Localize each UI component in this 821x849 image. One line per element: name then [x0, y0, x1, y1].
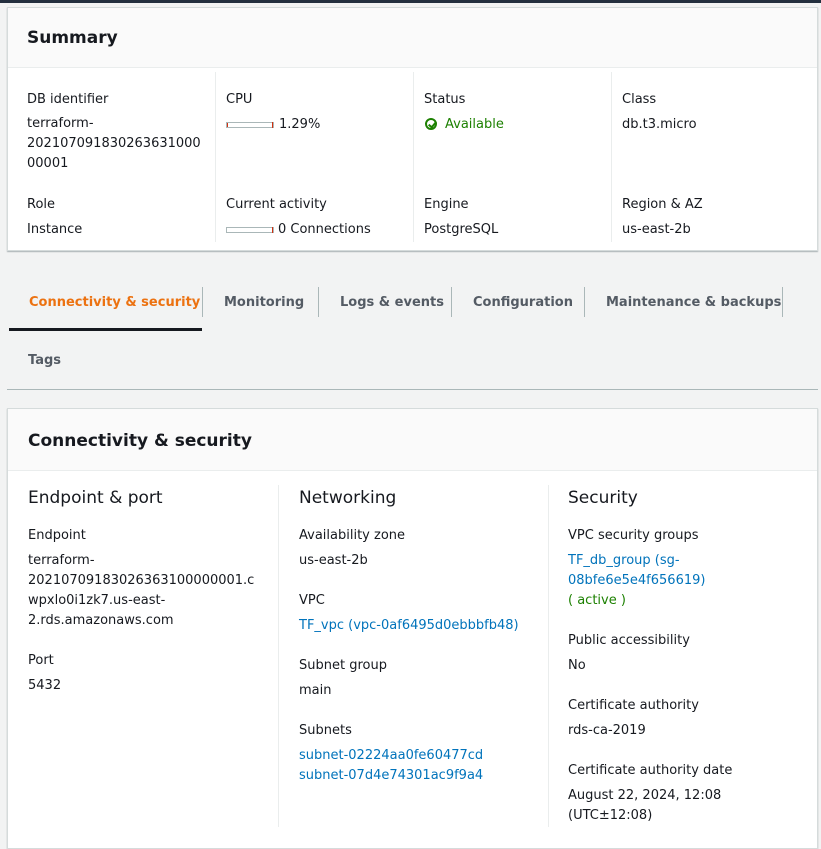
ca-date-value: August 22, 2024, 12:08 (UTC±12:08) [568, 786, 721, 826]
activity-meter [226, 227, 274, 233]
security-groups-label: VPC security groups [568, 528, 699, 543]
tab-maintenance-backups[interactable]: Maintenance & backups [606, 295, 781, 310]
ca-value: rds-ca-2019 [568, 723, 646, 738]
connectivity-header: Connectivity & security [8, 409, 817, 471]
endpoint-line: wpxlo0i1zk7.us-east- [28, 593, 166, 608]
tab-logs-events[interactable]: Logs & events [340, 295, 444, 310]
az-label: Availability zone [299, 528, 406, 543]
subnets-label: Subnets [299, 723, 352, 738]
class-label: Class [622, 92, 657, 107]
vpc-label: VPC [299, 593, 325, 608]
tab-tags[interactable]: Tags [28, 353, 61, 368]
tab-bar-bottom-border [7, 389, 818, 390]
db-identifier-value: terraform- 202107091830263631000 00001 [27, 114, 201, 174]
endpoint-value: terraform- 20210709183026363100000001.c … [28, 551, 254, 631]
role-label: Role [27, 197, 56, 212]
db-identifier-line: 00001 [27, 156, 69, 171]
top-bar [0, 0, 821, 3]
security-group-line[interactable]: 08bfe6e5e4f656619) [568, 571, 705, 591]
engine-value: PostgreSQL [424, 222, 499, 237]
cpu-value: 1.29% [279, 117, 321, 132]
status-value: Available [445, 117, 504, 132]
subnet-link[interactable]: subnet-02224aa0fe60477cd [299, 748, 483, 763]
vpc-link[interactable]: TF_vpc (vpc-0af6495d0ebbbfb48) [299, 618, 519, 633]
current-activity-value: 0 Connections [278, 222, 371, 237]
tab-divider [318, 287, 319, 317]
summary-col-class: Class db.t3.micro Region & AZ us-east-2b [611, 72, 817, 242]
endpoint-line: terraform- [28, 553, 95, 568]
region-label: Region & AZ [622, 197, 703, 212]
role-value: Instance [27, 222, 83, 237]
tab-configuration[interactable]: Configuration [473, 295, 573, 310]
summary-panel: Summary DB identifier terraform- 2021070… [7, 7, 818, 251]
column-divider [278, 485, 279, 827]
status-label: Status [424, 92, 466, 107]
ca-date-line: August 22, 2024, 12:08 [568, 788, 722, 803]
db-identifier-line: 202107091830263631000 [27, 136, 201, 151]
class-value: db.t3.micro [622, 117, 697, 132]
port-value: 5432 [28, 678, 62, 693]
engine-label: Engine [424, 197, 469, 212]
security-group-link[interactable]: TF_db_group (sg- 08bfe6e5e4f656619) [568, 551, 705, 591]
tab-monitoring[interactable]: Monitoring [224, 295, 304, 310]
networking-title: Networking [299, 488, 397, 508]
summary-col-cpu: CPU 1.29% Current activity 0 Connections [215, 72, 413, 242]
column-divider [548, 485, 549, 827]
ca-label: Certificate authority [568, 698, 699, 713]
tab-divider [451, 287, 452, 317]
db-identifier-line: terraform- [27, 116, 94, 131]
endpoint-line: 20210709183026363100000001.c [28, 573, 255, 588]
connectivity-title: Connectivity & security [28, 431, 252, 451]
summary-col-status: Status Available Engine PostgreSQL [413, 72, 611, 242]
current-activity-label: Current activity [226, 197, 327, 212]
ca-date-line: (UTC±12:08) [568, 808, 653, 823]
az-value: us-east-2b [299, 553, 368, 568]
tab-divider [584, 287, 585, 317]
tab-connectivity-security[interactable]: Connectivity & security [29, 295, 200, 310]
subnet-link[interactable]: subnet-07d4e74301ac9f9a4 [299, 768, 483, 783]
summary-header: Summary [8, 8, 817, 68]
subnet-group-value: main [299, 683, 332, 698]
check-circle-icon [425, 118, 437, 130]
cpu-meter-fill [227, 123, 228, 127]
endpoint-label: Endpoint [28, 528, 86, 543]
activity-meter-marker [272, 227, 273, 233]
endpoint-port-title: Endpoint & port [28, 488, 163, 508]
active-tab-indicator [9, 328, 202, 331]
cpu-meter [226, 122, 274, 128]
cpu-meter-marker [272, 122, 273, 128]
security-group-line[interactable]: TF_db_group (sg- [568, 551, 705, 571]
region-value: us-east-2b [622, 222, 691, 237]
subnet-group-label: Subnet group [299, 658, 387, 673]
public-accessibility-label: Public accessibility [568, 633, 690, 648]
connectivity-panel: Connectivity & security Endpoint & port … [7, 408, 818, 849]
summary-col-identifier: DB identifier terraform- 202107091830263… [8, 72, 215, 242]
endpoint-line: 2.rds.amazonaws.com [28, 613, 174, 628]
port-label: Port [28, 653, 54, 668]
summary-title: Summary [27, 28, 118, 48]
tab-divider [782, 287, 783, 317]
public-accessibility-value: No [568, 658, 586, 673]
security-group-status: ( active ) [568, 593, 626, 608]
cpu-label: CPU [226, 92, 253, 107]
security-title: Security [568, 488, 638, 508]
ca-date-label: Certificate authority date [568, 763, 733, 778]
db-identifier-label: DB identifier [27, 92, 109, 107]
tab-divider [202, 287, 203, 317]
